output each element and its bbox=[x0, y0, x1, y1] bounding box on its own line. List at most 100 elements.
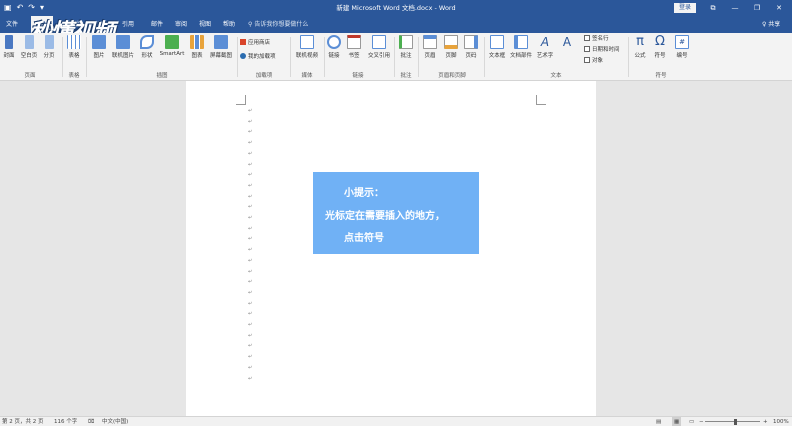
screenshot-button[interactable]: 屏幕截图 bbox=[207, 35, 235, 65]
cross-reference-icon bbox=[372, 35, 386, 49]
cover-icon bbox=[5, 35, 13, 49]
header-button[interactable]: 页眉 bbox=[422, 35, 438, 65]
text-box-label: 文本框 bbox=[488, 53, 506, 59]
paragraph-mark: ↵ bbox=[248, 140, 253, 147]
group-separator bbox=[484, 37, 485, 77]
zoom-out-button[interactable]: − bbox=[699, 417, 704, 426]
quick-parts-label: 文档部件 bbox=[509, 53, 532, 59]
language-indicator[interactable]: 中文(中国) bbox=[102, 417, 128, 426]
margin-corner-top-left bbox=[236, 95, 246, 105]
wordart-button[interactable]: A 艺术字 bbox=[535, 35, 555, 65]
pictures-button[interactable]: 图片 bbox=[91, 35, 107, 65]
group-label-illustrations: 插图 bbox=[156, 73, 168, 79]
equation-label: 公式 bbox=[634, 53, 646, 59]
symbol-button[interactable]: Ω 符号 bbox=[652, 35, 668, 65]
zoom-slider-thumb[interactable] bbox=[734, 419, 737, 425]
comment-button[interactable]: 批注 bbox=[398, 35, 414, 65]
table-icon bbox=[67, 35, 81, 49]
paragraph-mark: ↵ bbox=[248, 215, 253, 221]
minimize-icon[interactable]: — bbox=[724, 0, 746, 16]
text-box-button[interactable]: 文本框 bbox=[487, 35, 507, 65]
chart-button[interactable]: 图表 bbox=[189, 35, 205, 65]
online-pictures-button[interactable]: 联机图片 bbox=[110, 35, 136, 65]
page-break-button[interactable]: 分页 bbox=[41, 35, 57, 65]
online-video-button[interactable]: 联机视频 bbox=[294, 35, 320, 65]
smartart-button[interactable]: SmartArt bbox=[158, 35, 186, 65]
number-button[interactable]: # 编号 bbox=[674, 35, 690, 65]
group-separator bbox=[394, 37, 395, 77]
smartart-label: SmartArt bbox=[159, 51, 185, 57]
tab-mailings[interactable]: 邮件 bbox=[151, 16, 163, 33]
page-count[interactable]: 第 2 页，共 2 页 bbox=[2, 417, 44, 426]
group-label-header-footer: 页眉和页脚 bbox=[438, 73, 466, 79]
read-mode-icon[interactable]: ▤ bbox=[656, 417, 661, 426]
page-break-icon bbox=[44, 35, 54, 49]
my-addins-button[interactable]: 我的加载项 bbox=[240, 53, 276, 62]
tell-me-search[interactable]: ⚲ 告诉我你想要做什么 bbox=[248, 16, 308, 33]
share-button[interactable]: ♀ 共享 bbox=[762, 16, 780, 33]
paragraph-mark: ↵ bbox=[248, 193, 253, 200]
page-number-button[interactable]: 页码 bbox=[463, 35, 479, 65]
quick-parts-button[interactable]: 文档部件 bbox=[508, 35, 534, 65]
link-label: 链接 bbox=[328, 53, 340, 59]
group-label-links: 链接 bbox=[352, 73, 364, 79]
online-picture-icon bbox=[116, 35, 130, 49]
signature-line-label: 签名行 bbox=[592, 36, 609, 42]
equation-button[interactable]: π 公式 bbox=[632, 35, 648, 65]
footer-icon bbox=[444, 35, 458, 49]
proofing-icon[interactable]: ⌧ bbox=[88, 417, 94, 426]
footer-button[interactable]: 页脚 bbox=[443, 35, 459, 65]
symbol-label: 符号 bbox=[654, 53, 666, 59]
paragraph-mark: ↵ bbox=[248, 268, 253, 275]
cover-page-button[interactable]: 封面 bbox=[2, 35, 16, 65]
shapes-button[interactable]: 形状 bbox=[139, 35, 155, 65]
login-button[interactable]: 登录 bbox=[674, 3, 696, 13]
paragraph-mark: ↵ bbox=[248, 289, 253, 296]
link-button[interactable]: 链接 bbox=[327, 35, 341, 65]
title-bar: ▣ ↶ ↷ ▾ 新建 Microsoft Word 文档.docx - Word… bbox=[0, 0, 792, 16]
tab-view[interactable]: 视图 bbox=[199, 16, 211, 33]
tab-file[interactable]: 文件 bbox=[6, 16, 18, 33]
group-separator bbox=[628, 37, 629, 77]
group-separator bbox=[290, 37, 291, 77]
maximize-icon[interactable]: ❐ bbox=[746, 0, 768, 16]
blank-page-button[interactable]: 空白页 bbox=[20, 35, 38, 65]
online-pictures-label: 联机图片 bbox=[111, 53, 134, 59]
zoom-level[interactable]: 100% bbox=[773, 417, 789, 426]
word-count[interactable]: 116 个字 bbox=[54, 417, 77, 426]
paragraph-mark: ↵ bbox=[248, 150, 253, 157]
bookmark-button[interactable]: 书签 bbox=[346, 35, 362, 65]
number-icon: # bbox=[675, 35, 689, 49]
tab-review[interactable]: 审阅 bbox=[175, 16, 187, 33]
link-icon bbox=[327, 35, 341, 49]
bookmark-label: 书签 bbox=[348, 53, 360, 59]
tab-help[interactable]: 帮助 bbox=[223, 16, 235, 33]
paragraph-mark: ↵ bbox=[248, 300, 253, 307]
drop-cap-button[interactable]: A bbox=[557, 35, 577, 65]
chart-icon bbox=[190, 35, 204, 49]
blank-page-icon bbox=[24, 35, 34, 49]
paragraph-mark: ↵ bbox=[248, 354, 253, 361]
paragraph-mark: ↵ bbox=[248, 204, 253, 211]
store-button[interactable]: 应用商店 bbox=[240, 39, 270, 48]
print-layout-icon[interactable]: ▦ bbox=[672, 417, 682, 426]
table-label: 表格 bbox=[68, 53, 80, 59]
screenshot-label: 屏幕截图 bbox=[209, 53, 232, 59]
paragraph-mark: ↵ bbox=[248, 108, 253, 114]
zoom-slider-track[interactable] bbox=[705, 421, 760, 422]
group-label-addins: 加载项 bbox=[255, 73, 273, 79]
zoom-in-button[interactable]: + bbox=[763, 417, 768, 426]
group-label-pages: 页面 bbox=[24, 73, 36, 79]
page-break-label: 分页 bbox=[43, 53, 55, 59]
cross-reference-button[interactable]: 交叉引用 bbox=[364, 35, 394, 65]
ribbon-display-options-icon[interactable]: ⧉ bbox=[702, 0, 724, 16]
shapes-icon bbox=[140, 35, 154, 49]
close-icon[interactable]: ✕ bbox=[768, 0, 790, 16]
date-time-button[interactable]: 日期和时间 bbox=[584, 46, 620, 55]
object-button[interactable]: 对象 bbox=[584, 57, 603, 66]
group-separator bbox=[324, 37, 325, 77]
signature-line-button[interactable]: 签名行 bbox=[584, 35, 609, 44]
web-layout-icon[interactable]: ▭ bbox=[689, 417, 694, 426]
table-button[interactable]: 表格 bbox=[66, 35, 82, 65]
tab-references[interactable]: 引用 bbox=[122, 16, 134, 33]
